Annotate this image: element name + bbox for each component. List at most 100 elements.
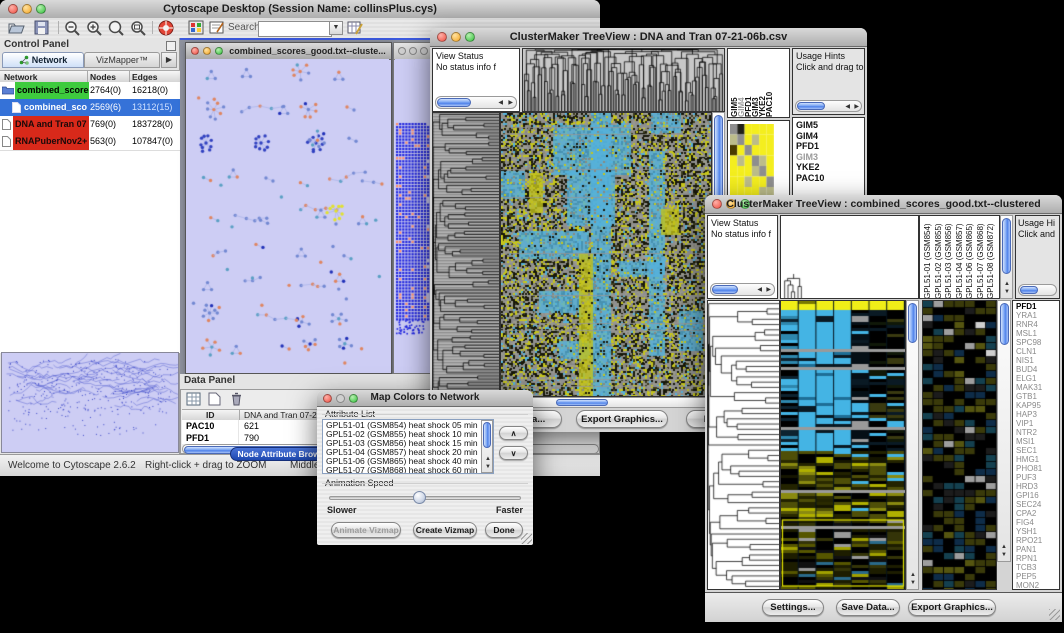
list-item[interactable]: GPL51-04 (GSM857) heat shock 20 min [323, 448, 479, 457]
attribute-list-vscrollbar[interactable]: ▲ ▼ [481, 420, 493, 473]
scroll-down-icon[interactable]: ▼ [1004, 289, 1010, 295]
mini-heatmap-canvas[interactable] [730, 124, 774, 198]
treeview1-heatmap[interactable] [500, 112, 712, 397]
list-item[interactable]: NIS1 [1013, 356, 1059, 365]
network-overview-panel[interactable] [1, 352, 179, 453]
list-item[interactable]: YKE2 [793, 162, 863, 173]
export-graphics-button[interactable]: Export Graphics... [908, 599, 996, 616]
tab-overflow-button[interactable]: ▶ [161, 52, 177, 68]
list-item[interactable]: RPN1 [1013, 554, 1059, 563]
list-item[interactable]: YRA1 [1013, 311, 1059, 320]
list-item[interactable]: PFD1 [1013, 302, 1059, 311]
list-item[interactable]: SPC98 [1013, 338, 1059, 347]
list-item[interactable]: GPL51-07 (GSM868) heat shock 60 min [323, 466, 479, 474]
list-item[interactable]: GPL51-01 (GSM854) heat shock 05 min [323, 421, 479, 430]
scroll-up-icon[interactable]: ▲ [1004, 281, 1010, 287]
list-item[interactable]: PHO81 [1013, 464, 1059, 473]
slider-thumb[interactable] [413, 491, 426, 504]
network-canvas-2[interactable] [395, 59, 431, 371]
scrollbar-thumb[interactable] [437, 98, 471, 107]
scrollbar-thumb[interactable] [1002, 218, 1011, 274]
list-item[interactable]: CLN1 [1013, 347, 1059, 356]
scroll-up-icon[interactable]: ▲ [485, 456, 491, 462]
scrollbar-thumb[interactable] [712, 285, 738, 294]
list-item[interactable]: PAN1 [1013, 545, 1059, 554]
resize-grip[interactable] [1049, 609, 1060, 620]
scroll-left-icon[interactable]: ◀ [498, 100, 503, 106]
list-item[interactable]: GPL51-06 (GSM865) heat shock 40 min [323, 457, 479, 466]
list-item[interactable]: HAP3 [1013, 410, 1059, 419]
scrollbar-thumb[interactable] [1000, 303, 1009, 345]
list-item[interactable]: PEP5 [1013, 572, 1059, 581]
scroll-right-icon[interactable]: ▶ [854, 104, 859, 110]
scroll-left-icon[interactable]: ◀ [757, 287, 762, 293]
vizmapper-palette-button[interactable] [188, 20, 204, 40]
scroll-up-icon[interactable]: ▲ [1001, 544, 1007, 550]
search-dropdown-button[interactable]: ▼ [329, 21, 343, 35]
dialog-titlebar[interactable]: Map Colors to Network [317, 390, 533, 407]
treeview2-titlebar[interactable]: ClusterMaker TreeView : combined_scores_… [705, 195, 1062, 214]
scrollbar-thumb[interactable] [908, 303, 917, 343]
list-item[interactable]: HMG1 [1013, 455, 1059, 464]
list-item[interactable]: SEC1 [1013, 446, 1059, 455]
table-row[interactable]: combined_scores 2764(0) 16218(0) [0, 82, 180, 99]
list-item[interactable]: RNR4 [1013, 320, 1059, 329]
view-status-hscrollbar[interactable]: ◀ ▶ [435, 96, 517, 109]
list-item[interactable]: HRD3 [1013, 482, 1059, 491]
list-item[interactable]: PAC10 [793, 173, 863, 184]
animate-vizmap-button[interactable]: Animate Vizmap [331, 522, 401, 538]
treeview1-titlebar[interactable]: ClusterMaker TreeView : DNA and Tran 07-… [430, 28, 867, 47]
list-item[interactable]: GTB1 [1013, 392, 1059, 401]
view-status-hscrollbar[interactable]: ◀ ▶ [710, 283, 775, 296]
annotation-button[interactable] [209, 20, 225, 40]
treeview1-column-dendrogram[interactable] [522, 48, 725, 112]
done-button[interactable]: Done [485, 522, 523, 538]
network-overview-canvas[interactable] [2, 353, 178, 452]
list-item[interactable]: GPL51-03 (GSM856) heat shock 15 min [323, 439, 479, 448]
search-input[interactable] [258, 21, 332, 37]
network-view-titlebar[interactable]: combined_scores_good.txt--cluste... [186, 43, 391, 60]
list-item[interactable]: GPI16 [1013, 491, 1059, 500]
list-item[interactable]: MAK31 [1013, 383, 1059, 392]
scroll-down-icon[interactable]: ▼ [485, 464, 491, 470]
table-row[interactable]: combined_sco 2569(6) 13112(15) [0, 99, 180, 116]
scroll-down-icon[interactable]: ▼ [910, 580, 916, 586]
scrollbar-thumb[interactable] [1020, 286, 1038, 294]
open-file-button[interactable] [8, 20, 25, 40]
scroll-left-icon[interactable]: ◀ [845, 104, 850, 110]
list-item[interactable]: MON2 [1013, 581, 1059, 590]
minimize-icon[interactable] [203, 47, 211, 55]
close-icon[interactable] [191, 47, 199, 55]
list-item[interactable]: MSI1 [1013, 437, 1059, 446]
list-item[interactable]: PFD1 [793, 141, 863, 152]
main-titlebar[interactable]: Cytoscape Desktop (Session Name: collins… [0, 0, 600, 19]
treeview2-genelist-vscrollbar[interactable]: ▲ ▼ [997, 300, 1011, 562]
save-button[interactable] [34, 20, 49, 40]
scrollbar-thumb[interactable] [556, 399, 608, 406]
list-item[interactable]: NTR2 [1013, 428, 1059, 437]
list-item[interactable]: MSL1 [1013, 329, 1059, 338]
scroll-down-icon[interactable]: ▼ [1001, 552, 1007, 558]
table-row[interactable]: RNAPuberNov2+ 563(0) 107847(0) [0, 133, 180, 150]
treeview2-row-dendrogram[interactable] [707, 300, 780, 590]
list-item[interactable]: KAP95 [1013, 401, 1059, 410]
treeview2-global-heatmap[interactable] [922, 300, 997, 590]
scroll-right-icon[interactable]: ▶ [508, 100, 513, 106]
scroll-right-icon[interactable]: ▶ [766, 287, 771, 293]
list-item[interactable]: TCB3 [1013, 563, 1059, 572]
list-item[interactable]: PUF3 [1013, 473, 1059, 482]
scrollbar-thumb[interactable] [483, 422, 491, 448]
list-item[interactable]: GIM3 [793, 152, 863, 163]
create-vizmap-button[interactable]: Create Vizmap [413, 522, 477, 538]
table-row[interactable]: DNA and Tran 07 769(0) 183728(0) [0, 116, 180, 133]
scrollbar-thumb[interactable] [797, 102, 825, 110]
list-item[interactable]: FIG4 [1013, 518, 1059, 527]
zoom-icon[interactable] [420, 47, 428, 55]
treeview2-heatmap-vscrollbar[interactable]: ▲ ▼ [906, 300, 919, 590]
list-item[interactable]: ELG1 [1013, 374, 1059, 383]
scroll-up-icon[interactable]: ▲ [910, 572, 916, 578]
tab-network[interactable]: Network [2, 52, 84, 68]
tab-vizmapper[interactable]: VizMapper™ [84, 52, 160, 68]
close-icon[interactable] [398, 47, 406, 55]
network-canvas[interactable] [186, 59, 389, 371]
